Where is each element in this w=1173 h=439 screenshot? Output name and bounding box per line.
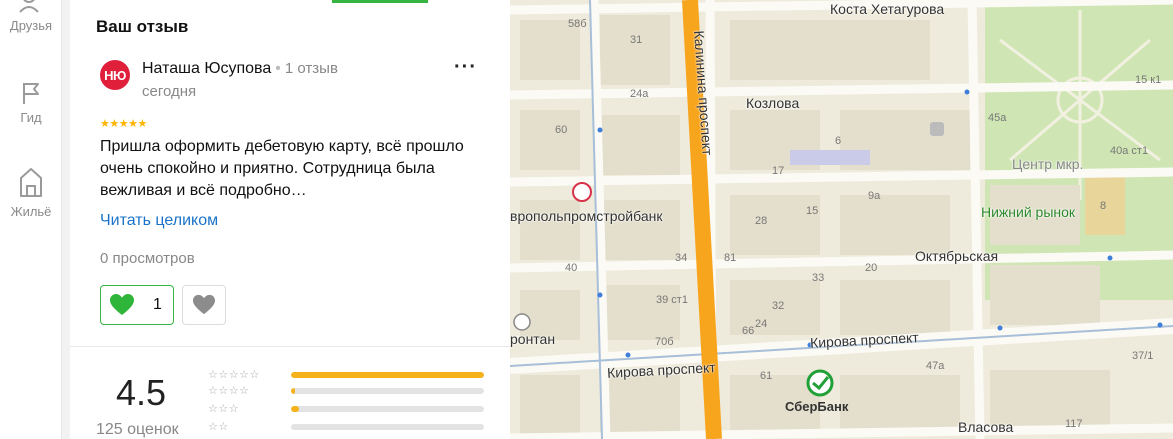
house-number-label: 15 [806,205,819,217]
house-number-label: 37/1 [1132,350,1154,362]
house-number-label: 8 [1100,200,1107,212]
house-number-label: 9а [868,190,881,202]
gray-heart-icon [193,294,215,315]
house-number-label: 66 [742,325,755,337]
house-number-label: 34 [675,252,688,264]
panel-accent-bar [332,0,428,3]
flag-icon [23,83,39,104]
poi-square-icon[interactable] [930,122,944,136]
house-number-label: 70б [655,336,674,348]
house-number-label: 24а [630,88,649,100]
review-stars: ★★★★★ [100,117,147,130]
house-number-label: 28 [755,215,768,227]
like-count: 1 [153,296,162,313]
street-label-kosta-khetagurova: Коста Хетагурова [830,1,945,17]
rating-bar-track [291,424,484,430]
views-count: 0 просмотров [100,250,195,267]
rail-label-housing: Жильё [10,204,52,219]
friends-icon [19,0,41,13]
author-separator: • [275,60,281,77]
school-building [790,150,870,165]
house-number-label: 45а [988,112,1007,124]
author-line: Наташа Юсупова • 1 отзыв [142,60,338,78]
star-icon: ☆☆ [208,421,229,433]
house-number-label: 40а ст1 [1110,145,1149,157]
avatar[interactable]: НЮ [100,60,130,90]
house-number-label: 17 [772,165,785,177]
read-more-link[interactable]: Читать целиком [100,212,218,230]
rail-label-friends: Друзья [9,18,53,33]
bank-poi-icon[interactable] [572,182,592,202]
rail-item-housing[interactable]: Жильё [0,166,62,219]
rating-bar-track [291,388,484,394]
place-label-sberbank[interactable]: СберБанк [785,399,848,414]
author-review-count: 1 отзыв [284,60,338,77]
place-label-bank[interactable]: вропольпромстройбанк [510,208,662,224]
house-number-label: 81 [724,252,737,264]
house-number-label: 15 к1 [1135,74,1162,86]
house-number-label: 20 [865,262,878,274]
house-number-label: 24 [755,318,768,330]
author-name[interactable]: Наташа Юсупова [142,60,271,77]
house-number-label: 32 [772,300,785,312]
street-label-vlasova: Власова [958,419,1014,435]
sber-logo-icon [806,369,834,397]
house-number-label: 39 ст1 [656,294,688,306]
street-label-oktyabrskaya: Октябрьская [915,248,999,264]
section-title: Ваш отзыв [96,17,189,36]
star-icon: ☆☆☆☆☆ [208,369,260,381]
side-rail: Друзья Гид Жильё [0,0,62,439]
street-label-kozlova: Козлова [746,95,800,111]
rail-label-guide: Гид [20,110,42,125]
house-number-label: 117 [1065,418,1083,430]
star-icon: ☆☆☆ [208,403,240,415]
rating-count: 125 оценок [96,421,179,438]
rating-bar-fill [291,372,484,378]
house-number-label: 58б [568,18,587,30]
house-number-label: 61 [760,370,773,382]
more-options-button[interactable]: ··· [454,57,476,82]
rating-bar-track [291,372,484,378]
rating-bar-fill [291,406,299,412]
map[interactable]: Коста Хетагурова Калинина проспект Козло… [510,0,1173,439]
more-dots-icon: ··· [454,56,477,78]
house-number-label: 40 [565,262,578,274]
house-number-label: 33 [812,272,825,284]
house-number-label: 60 [555,124,568,136]
place-label-fontan[interactable]: ронтан [510,331,555,347]
green-heart-icon [110,294,134,315]
house-number-label: 47а [926,360,945,372]
restaurant-poi-icon[interactable] [513,313,531,331]
review-text: Пришла оформить дебетовую карту, всё про… [100,138,464,199]
place-label-center: Центр мкр. [1012,156,1084,172]
review-date: сегодня [142,83,197,100]
divider [70,346,510,347]
rail-item-friends[interactable]: Друзья [0,0,62,33]
house-number-label: 31 [630,34,643,46]
place-label-market[interactable]: Нижний рынок [981,204,1075,220]
rating-bar-fill [291,388,295,394]
rating-bar-track [291,406,484,412]
house-number-label: 6 [835,135,842,147]
review-panel: Ваш отзыв НЮ Наташа Юсупова • 1 отзыв сего… [70,0,510,439]
star-icon: ☆☆☆☆ [208,385,250,397]
housing-icon [20,168,42,197]
star-icon: ★★★★★ [100,118,147,130]
rail-item-guide[interactable]: Гид [0,80,62,125]
like-button[interactable]: 1 [100,285,174,325]
dislike-button[interactable] [182,285,226,325]
rating-value: 4.5 [116,372,167,413]
